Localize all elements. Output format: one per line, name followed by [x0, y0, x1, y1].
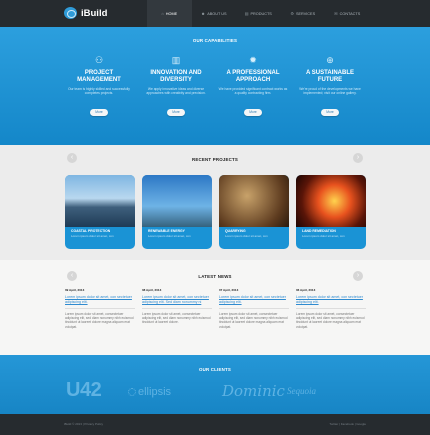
logo-icon — [64, 7, 77, 19]
section-title: LATEST NEWS — [198, 274, 232, 279]
nav-label: Services — [295, 11, 316, 16]
project-image — [65, 175, 135, 227]
divider — [65, 308, 135, 309]
news-item: 07 April, 2013 Lorem ipsum dolor sit ame… — [219, 288, 289, 334]
capability-title: A SUSTAINABLE FUTURE — [306, 70, 354, 83]
divider — [296, 308, 366, 309]
footer: iBuild © 2013 | Privacy Policy Twitter |… — [0, 414, 430, 435]
project-card[interactable]: QUARRYING Lorem ipsum dolor sit amet, co… — [219, 175, 289, 249]
project-image — [142, 175, 212, 227]
nav-item-products[interactable]: ▤ Products — [236, 0, 281, 27]
nav-item-home[interactable]: ⌂ Home — [147, 0, 192, 31]
news-link[interactable]: Lorem ipsum dolor sit amet, con sectetue… — [296, 295, 366, 305]
more-button[interactable]: More — [90, 109, 108, 116]
team-icon: ⚇ — [94, 54, 104, 65]
footer-social-links[interactable]: Twitter | Facebook | Google — [329, 422, 366, 426]
news-link[interactable]: Lorem ipsum dolor sit amet, con sectetue… — [65, 295, 135, 305]
capability-item: ⚇ PROJECT MANAGEMENT Our team is highly … — [64, 54, 134, 118]
client-logo-ellipsis[interactable]: ellipsis — [128, 386, 171, 398]
project-card[interactable]: LAND REMEDIATION Lorem ipsum dolor sit a… — [296, 175, 366, 249]
user-icon: ☻ — [200, 11, 206, 16]
capability-item: ⊕ A SUSTAINABLE FUTURE We're proud of th… — [295, 54, 365, 118]
news-date: 09 April, 2013 — [65, 288, 85, 292]
divider — [219, 308, 289, 309]
project-card[interactable]: RENEWABLE ENERGY Lorem ipsum dolor sit a… — [142, 175, 212, 249]
project-image — [296, 175, 366, 227]
project-text: Lorem ipsum dolor sit amet, con — [302, 234, 345, 238]
news-item: 08 April, 2013 Lorem ipsum dolor sit ame… — [142, 288, 212, 334]
news-link[interactable]: Lorem ipsum dolor sit amet, con sectetue… — [219, 295, 289, 305]
nav-label: Home — [165, 11, 178, 16]
main-nav: ⌂ Home ☻ About Us ▤ Products ⚙ Services ✉ Con… — [147, 0, 370, 31]
project-text: Lorem ipsum dolor sit amet, con — [148, 234, 191, 238]
section-title: RECENT PROJECTS — [192, 157, 238, 162]
tag-icon: ▤ — [244, 11, 249, 16]
divider — [142, 308, 212, 309]
capability-title: A PROFESSIONAL APPROACH — [226, 70, 280, 83]
capability-text: We're proud of the developments we have … — [299, 87, 361, 96]
news-text: Lorem ipsum dolor sit amet, consectetuer… — [142, 312, 211, 325]
prev-arrow-icon[interactable]: ‹ — [67, 271, 77, 281]
home-icon: ⌂ — [161, 11, 164, 16]
news-text: Lorem ipsum dolor sit amet, consectetuer… — [296, 312, 365, 329]
nav-label: Contacts — [339, 11, 361, 16]
prev-arrow-icon[interactable]: ‹ — [67, 153, 77, 163]
news-text: Lorem ipsum dolor sit amet, consectetuer… — [65, 312, 134, 329]
section-title: OUR CAPABILITIES — [192, 38, 238, 43]
news-item: 06 April, 2013 Lorem ipsum dolor sit ame… — [296, 288, 366, 334]
capability-title: INNOVATION AND DIVERSITY — [150, 70, 202, 83]
capability-item: ✹ A PROFESSIONAL APPROACH We have provid… — [218, 54, 288, 118]
nav-item-about[interactable]: ☻ About Us — [192, 0, 237, 27]
project-text: Lorem ipsum dolor sit amet, con — [71, 234, 114, 238]
nav-item-contacts[interactable]: ✉ Contacts — [325, 0, 370, 27]
section-title: OUR CLIENTS — [199, 367, 231, 372]
more-button[interactable]: More — [321, 109, 339, 116]
capability-text: We have provided significant contract wo… — [218, 87, 288, 96]
recent-projects-section: RECENT PROJECTS ‹ › COASTAL PROTECTION L… — [0, 145, 430, 260]
nav-label: About Us — [207, 11, 227, 16]
footer-copyright: iBuild © 2013 | Privacy Policy — [64, 422, 104, 426]
map-icon: ▥ — [171, 54, 181, 65]
news-date: 08 April, 2013 — [142, 288, 162, 292]
news-date: 07 April, 2013 — [219, 288, 239, 292]
logo-text: iBuild — [81, 7, 108, 19]
more-button[interactable]: More — [244, 109, 262, 116]
bulb-icon: ✹ — [249, 54, 257, 65]
news-date: 06 April, 2013 — [296, 288, 316, 292]
nav-item-services[interactable]: ⚙ Services — [281, 0, 326, 27]
latest-news-section: LATEST NEWS ‹ › 09 April, 2013 Lorem ips… — [0, 260, 430, 355]
mail-icon: ✉ — [334, 11, 338, 16]
capability-item: ▥ INNOVATION AND DIVERSITY We apply inno… — [141, 54, 211, 118]
client-logo-u42[interactable]: U42 — [66, 379, 102, 402]
next-arrow-icon[interactable]: › — [353, 153, 363, 163]
client-logo-dominic[interactable]: Dominic — [222, 382, 285, 400]
ellipsis-icon — [128, 388, 136, 396]
next-arrow-icon[interactable]: › — [353, 271, 363, 281]
project-card[interactable]: COASTAL PROTECTION Lorem ipsum dolor sit… — [65, 175, 135, 249]
news-link[interactable]: Lorem ipsum dolor sit amet, con sectetue… — [142, 295, 212, 305]
news-text: Lorem ipsum dolor sit amet, consectetuer… — [219, 312, 288, 329]
capability-title: PROJECT MANAGEMENT — [77, 70, 121, 83]
more-button[interactable]: More — [167, 109, 185, 116]
top-bar: iBuild ⌂ Home ☻ About Us ▤ Products ⚙ Servic… — [0, 0, 430, 31]
nav-label: Products — [250, 11, 272, 16]
logo[interactable]: iBuild — [64, 7, 107, 19]
capability-text: Our team is highly skilled and successfu… — [68, 87, 130, 96]
client-logo-sequoia[interactable]: Sequoia — [287, 386, 316, 396]
client-logo-text: ellipsis — [138, 386, 172, 398]
clients-section: OUR CLIENTS U42 ellipsis Dominic Sequoia — [0, 355, 430, 414]
capability-text: We apply innovative ideas and diverse ap… — [146, 87, 206, 96]
project-text: Lorem ipsum dolor sit amet, con — [225, 234, 268, 238]
capabilities-section: OUR CAPABILITIES ⚇ PROJECT MANAGEMENT Ou… — [0, 27, 430, 145]
project-image — [219, 175, 289, 227]
wrench-icon: ⚙ — [290, 11, 294, 16]
globe-icon: ⊕ — [326, 54, 334, 65]
news-item: 09 April, 2013 Lorem ipsum dolor sit ame… — [65, 288, 135, 334]
